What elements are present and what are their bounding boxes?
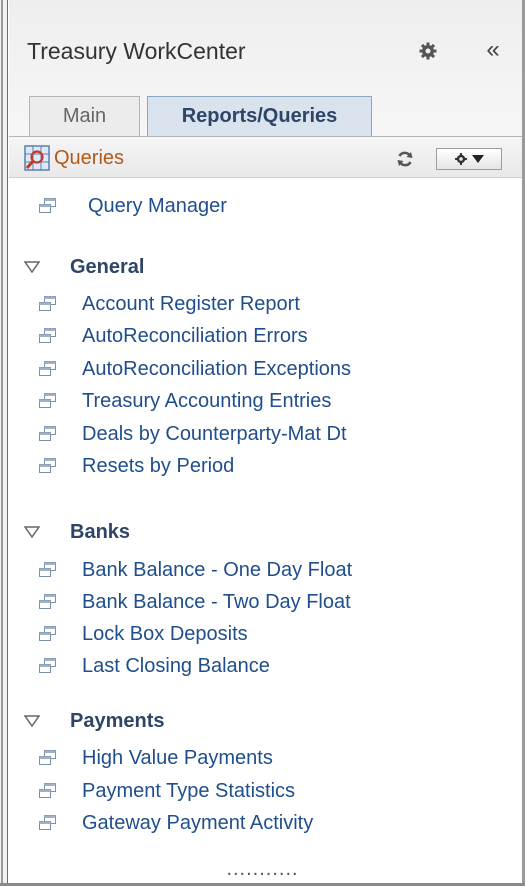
section-options-dropdown[interactable] [436,148,502,170]
chevron-down-icon [472,155,484,163]
list-item[interactable]: High Value Payments [38,744,273,772]
page-title: Treasury WorkCenter [27,38,246,64]
new-window-icon [38,626,58,642]
new-window-icon [38,458,58,474]
list-item[interactable]: Gateway Payment Activity [38,809,313,837]
list-item-label: Payment Type Statistics [82,779,296,802]
new-window-icon [38,296,58,312]
list-item[interactable]: Bank Balance - One Day Float [38,556,352,584]
new-window-icon [38,328,58,344]
group-payments-toggle[interactable]: Payments [24,707,165,735]
group-banks-toggle[interactable]: Banks [24,518,130,546]
tab-divider [9,136,522,137]
list-item[interactable]: Last Closing Balance [38,652,270,680]
list-item-label: Bank Balance - One Day Float [82,558,353,581]
tab-main[interactable]: Main [29,96,140,136]
gear-icon [455,153,467,165]
window-frame-left [0,0,8,886]
queries-icon [24,145,50,171]
expand-triangle-icon [24,715,40,727]
list-item[interactable]: Deals by Counterparty-Mat Dt [38,420,347,448]
new-window-icon [38,594,58,610]
list-item[interactable]: Payment Type Statistics [38,777,295,805]
expand-triangle-icon [24,526,40,538]
list-item[interactable]: Lock Box Deposits [38,620,248,648]
double-chevron-left-icon: « [486,36,500,63]
more-indicator[interactable]: ........... [0,858,525,881]
query-manager-label: Query Manager [88,194,227,217]
tab-reports-queries-label: Reports/Queries [181,105,338,127]
list-item-label: Resets by Period [82,454,235,477]
section-title: Queries [54,147,125,169]
new-window-icon [38,426,58,442]
list-item[interactable]: Bank Balance - Two Day Float [38,588,351,616]
tab-main-label: Main [62,105,107,127]
new-window-icon [38,783,58,799]
list-item-label: High Value Payments [82,746,273,769]
list-item[interactable]: Account Register Report [38,290,300,318]
new-window-icon [38,198,58,214]
list-item-label: Deals by Counterparty-Mat Dt [82,422,347,445]
list-item-label: Bank Balance - Two Day Float [82,590,351,613]
list-item-label: AutoReconciliation Errors [82,324,308,347]
list-item-label: Treasury Accounting Entries [82,389,332,412]
list-item-label: Account Register Report [82,292,300,315]
list-item-label: AutoReconciliation Exceptions [82,357,352,380]
group-heading: Banks [70,520,131,543]
new-window-icon [38,361,58,377]
refresh-button[interactable] [393,147,417,171]
list-item[interactable]: AutoReconciliation Errors [38,322,308,350]
new-window-icon [38,658,58,674]
new-window-icon [38,562,58,578]
list-item[interactable]: Resets by Period [38,452,234,480]
list-item-label: Gateway Payment Activity [82,811,314,834]
query-manager-link[interactable]: Query Manager [38,192,227,220]
refresh-icon [397,151,413,167]
gear-icon [419,42,437,60]
expand-triangle-icon [24,261,40,273]
list-item-label: Last Closing Balance [82,654,270,677]
new-window-icon [38,393,58,409]
list-item[interactable]: Treasury Accounting Entries [38,387,331,415]
new-window-icon [38,815,58,831]
group-heading: General [70,255,145,278]
queries-section-header: Queries [9,139,522,178]
collapse-panel-button[interactable]: « [479,36,507,64]
list-item-label: Lock Box Deposits [82,622,248,645]
group-general-toggle[interactable]: General [24,253,144,281]
new-window-icon [38,750,58,766]
group-heading: Payments [70,709,165,732]
list-item[interactable]: AutoReconciliation Exceptions [38,355,351,383]
tab-reports-queries[interactable]: Reports/Queries [147,96,372,136]
settings-button[interactable] [417,40,439,62]
